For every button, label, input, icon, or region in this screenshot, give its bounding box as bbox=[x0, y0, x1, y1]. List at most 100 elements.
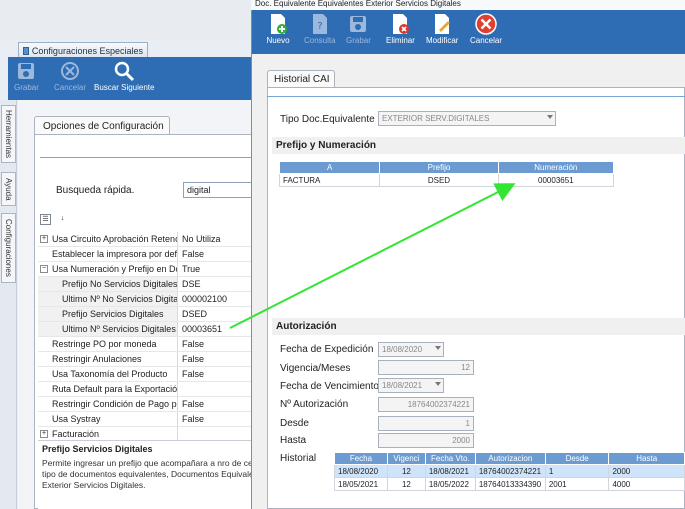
categorized-view-icon[interactable]: ☰ bbox=[40, 214, 51, 225]
table-row[interactable]: 18/05/2021 12 18/05/2022 18764013334390 2001… bbox=[334, 477, 685, 491]
property-value[interactable]: 000002100 bbox=[178, 292, 260, 306]
property-value[interactable]: False bbox=[178, 352, 260, 366]
property-row[interactable]: Establecer la impresora por defec False bbox=[38, 247, 260, 262]
column-header[interactable]: A bbox=[278, 161, 381, 174]
cancel-icon bbox=[58, 59, 82, 83]
hasta-field[interactable]: 2000 bbox=[378, 433, 474, 448]
column-header[interactable]: Fecha bbox=[334, 452, 388, 465]
property-value[interactable]: 00003651 bbox=[178, 322, 260, 336]
column-header[interactable]: Prefijo bbox=[379, 161, 499, 174]
divider bbox=[40, 157, 260, 158]
property-row[interactable]: Restringir Condición de Pago para False bbox=[38, 397, 260, 412]
property-name-text: Restringir Anulaciones bbox=[52, 354, 142, 364]
autorizacion-field[interactable]: 18764002374221 bbox=[378, 397, 474, 412]
tab-configuraciones-especiales[interactable]: Configuraciones Especiales bbox=[18, 42, 148, 57]
property-row[interactable]: Ultimo Nº Servicios Digitales 00003651 bbox=[38, 322, 260, 337]
magnifier-icon bbox=[112, 59, 136, 83]
property-value[interactable]: False bbox=[178, 247, 260, 261]
table-cell: 00003651 bbox=[497, 173, 615, 187]
property-value[interactable]: False bbox=[178, 397, 260, 411]
tab-historial-cai[interactable]: Historial CAI bbox=[267, 70, 335, 88]
table-cell: 18764013334390 bbox=[474, 477, 546, 491]
description-title: Prefijo Servicios Digitales bbox=[42, 444, 153, 454]
doc-type-select[interactable]: EXTERIOR SERV.DIGITALES bbox=[378, 111, 556, 126]
table-row[interactable]: 18/08/2020 12 18/08/2021 18764002374221 1 200… bbox=[334, 464, 685, 478]
property-row[interactable]: Usa Systray False bbox=[38, 412, 260, 427]
expander-icon[interactable]: + bbox=[40, 235, 48, 243]
quick-search-input[interactable]: digital bbox=[183, 182, 258, 198]
column-header[interactable]: Vigenci bbox=[386, 452, 426, 465]
property-row[interactable]: Usa Taxonomía del Producto False bbox=[38, 367, 260, 382]
property-name: Restringir Anulaciones bbox=[38, 352, 178, 366]
property-row[interactable]: Ultimo Nº No Servicios Digitales 00000210… bbox=[38, 292, 260, 307]
sort-alphabetical-icon[interactable]: ↓ bbox=[57, 214, 68, 225]
side-tab-configuraciones[interactable]: Configuraciones bbox=[1, 213, 16, 283]
property-value[interactable]: False bbox=[178, 412, 260, 426]
table-cell: DSED bbox=[379, 173, 499, 187]
dialog-cancel-button[interactable]: Cancelar bbox=[470, 12, 502, 45]
property-name: Restringir Condición de Pago para bbox=[38, 397, 178, 411]
property-value[interactable]: DSE bbox=[178, 277, 260, 291]
search-next-button[interactable]: Buscar Siguiente bbox=[94, 59, 154, 92]
fecha-expedicion-label: Fecha de Expedición bbox=[280, 344, 374, 355]
column-header[interactable]: Fecha Vto. bbox=[424, 452, 476, 465]
column-header[interactable]: Desde bbox=[544, 452, 610, 465]
vigencia-field[interactable]: 12 bbox=[378, 360, 474, 375]
property-name: Prefijo Servicios Digitales bbox=[38, 307, 178, 321]
dialog-save-button[interactable]: Grabar bbox=[346, 12, 371, 45]
property-name-text: Restringir Condición de Pago para bbox=[52, 399, 178, 409]
new-button[interactable]: Nuevo bbox=[266, 12, 290, 45]
doc-type-label: Tipo Doc.Equivalente bbox=[280, 114, 375, 125]
search-next-label: Buscar Siguiente bbox=[94, 83, 155, 92]
property-row[interactable]: Prefijo No Servicios Digitales DSE bbox=[38, 277, 260, 292]
property-name: Prefijo No Servicios Digitales bbox=[38, 277, 178, 291]
prefix-section-title: Prefijo y Numeración bbox=[276, 140, 377, 151]
column-header[interactable]: Autorizacion bbox=[474, 452, 546, 465]
fecha-expedicion-field[interactable]: 18/08/2020 bbox=[378, 342, 444, 357]
property-name: + Facturación bbox=[38, 427, 178, 441]
property-value[interactable]: No Utiliza bbox=[178, 232, 260, 246]
cancel-icon bbox=[474, 12, 498, 36]
property-row[interactable]: Restringir Anulaciones False bbox=[38, 352, 260, 367]
table-cell: FACTURA bbox=[278, 173, 381, 187]
quick-search-label: Busqueda rápida. bbox=[56, 185, 135, 196]
floppy-disk-icon bbox=[346, 12, 370, 36]
property-name: Restringe PO por moneda bbox=[38, 337, 178, 351]
column-header[interactable]: Numeración bbox=[497, 161, 615, 174]
autorizacion-label: Nº Autorización bbox=[280, 399, 349, 410]
table-cell: 2001 bbox=[544, 477, 610, 491]
property-value[interactable]: False bbox=[178, 367, 260, 381]
property-row[interactable]: Restringe PO por moneda False bbox=[38, 337, 260, 352]
dialog-cancel-label: Cancelar bbox=[470, 36, 503, 45]
side-rail: Herramientas Ayuda Configuraciones bbox=[0, 100, 17, 509]
property-row[interactable]: Ruta Default para la Exportación d bbox=[38, 382, 260, 397]
side-tab-herramientas[interactable]: Herramientas bbox=[1, 105, 16, 163]
property-value[interactable]: DSED bbox=[178, 307, 260, 321]
fecha-vencimiento-field[interactable]: 18/08/2021 bbox=[378, 378, 444, 393]
tab-opciones-configuracion[interactable]: Opciones de Configuración bbox=[34, 116, 170, 135]
chevron-down-icon bbox=[435, 346, 441, 350]
table-row[interactable]: FACTURA DSED 00003651 bbox=[278, 173, 615, 187]
property-value[interactable]: False bbox=[178, 337, 260, 351]
side-tab-ayuda[interactable]: Ayuda bbox=[1, 172, 16, 206]
property-row[interactable]: − Usa Numeración y Prefijo en Docu True bbox=[38, 262, 260, 277]
property-value[interactable] bbox=[178, 427, 260, 441]
history-table-header: Fecha Vigenci Fecha Vto. Autorizacion Desde H… bbox=[334, 452, 685, 465]
property-row[interactable]: + Usa Circuito Aprobación Retencio No Util… bbox=[38, 232, 260, 247]
history-label: Historial bbox=[280, 453, 317, 464]
modify-button[interactable]: Modificar bbox=[426, 12, 458, 45]
desde-field[interactable]: 1 bbox=[378, 416, 474, 431]
property-value[interactable] bbox=[178, 382, 260, 396]
column-header[interactable]: Hasta bbox=[608, 452, 685, 465]
query-button[interactable]: ? Consulta bbox=[304, 12, 336, 45]
save-button[interactable]: Grabar bbox=[14, 59, 39, 92]
expander-icon[interactable]: − bbox=[40, 265, 48, 273]
cancel-button[interactable]: Cancelar bbox=[54, 59, 86, 92]
property-value[interactable]: True bbox=[178, 262, 260, 276]
prefix-table: A Prefijo Numeración FACTURA DSED 00003651 bbox=[278, 161, 615, 187]
property-name-text: Ultimo Nº Servicios Digitales bbox=[62, 324, 176, 334]
expander-icon[interactable]: + bbox=[40, 430, 48, 438]
delete-button[interactable]: Eliminar bbox=[386, 12, 415, 45]
desde-label: Desde bbox=[280, 418, 309, 429]
property-row[interactable]: Prefijo Servicios Digitales DSED bbox=[38, 307, 260, 322]
